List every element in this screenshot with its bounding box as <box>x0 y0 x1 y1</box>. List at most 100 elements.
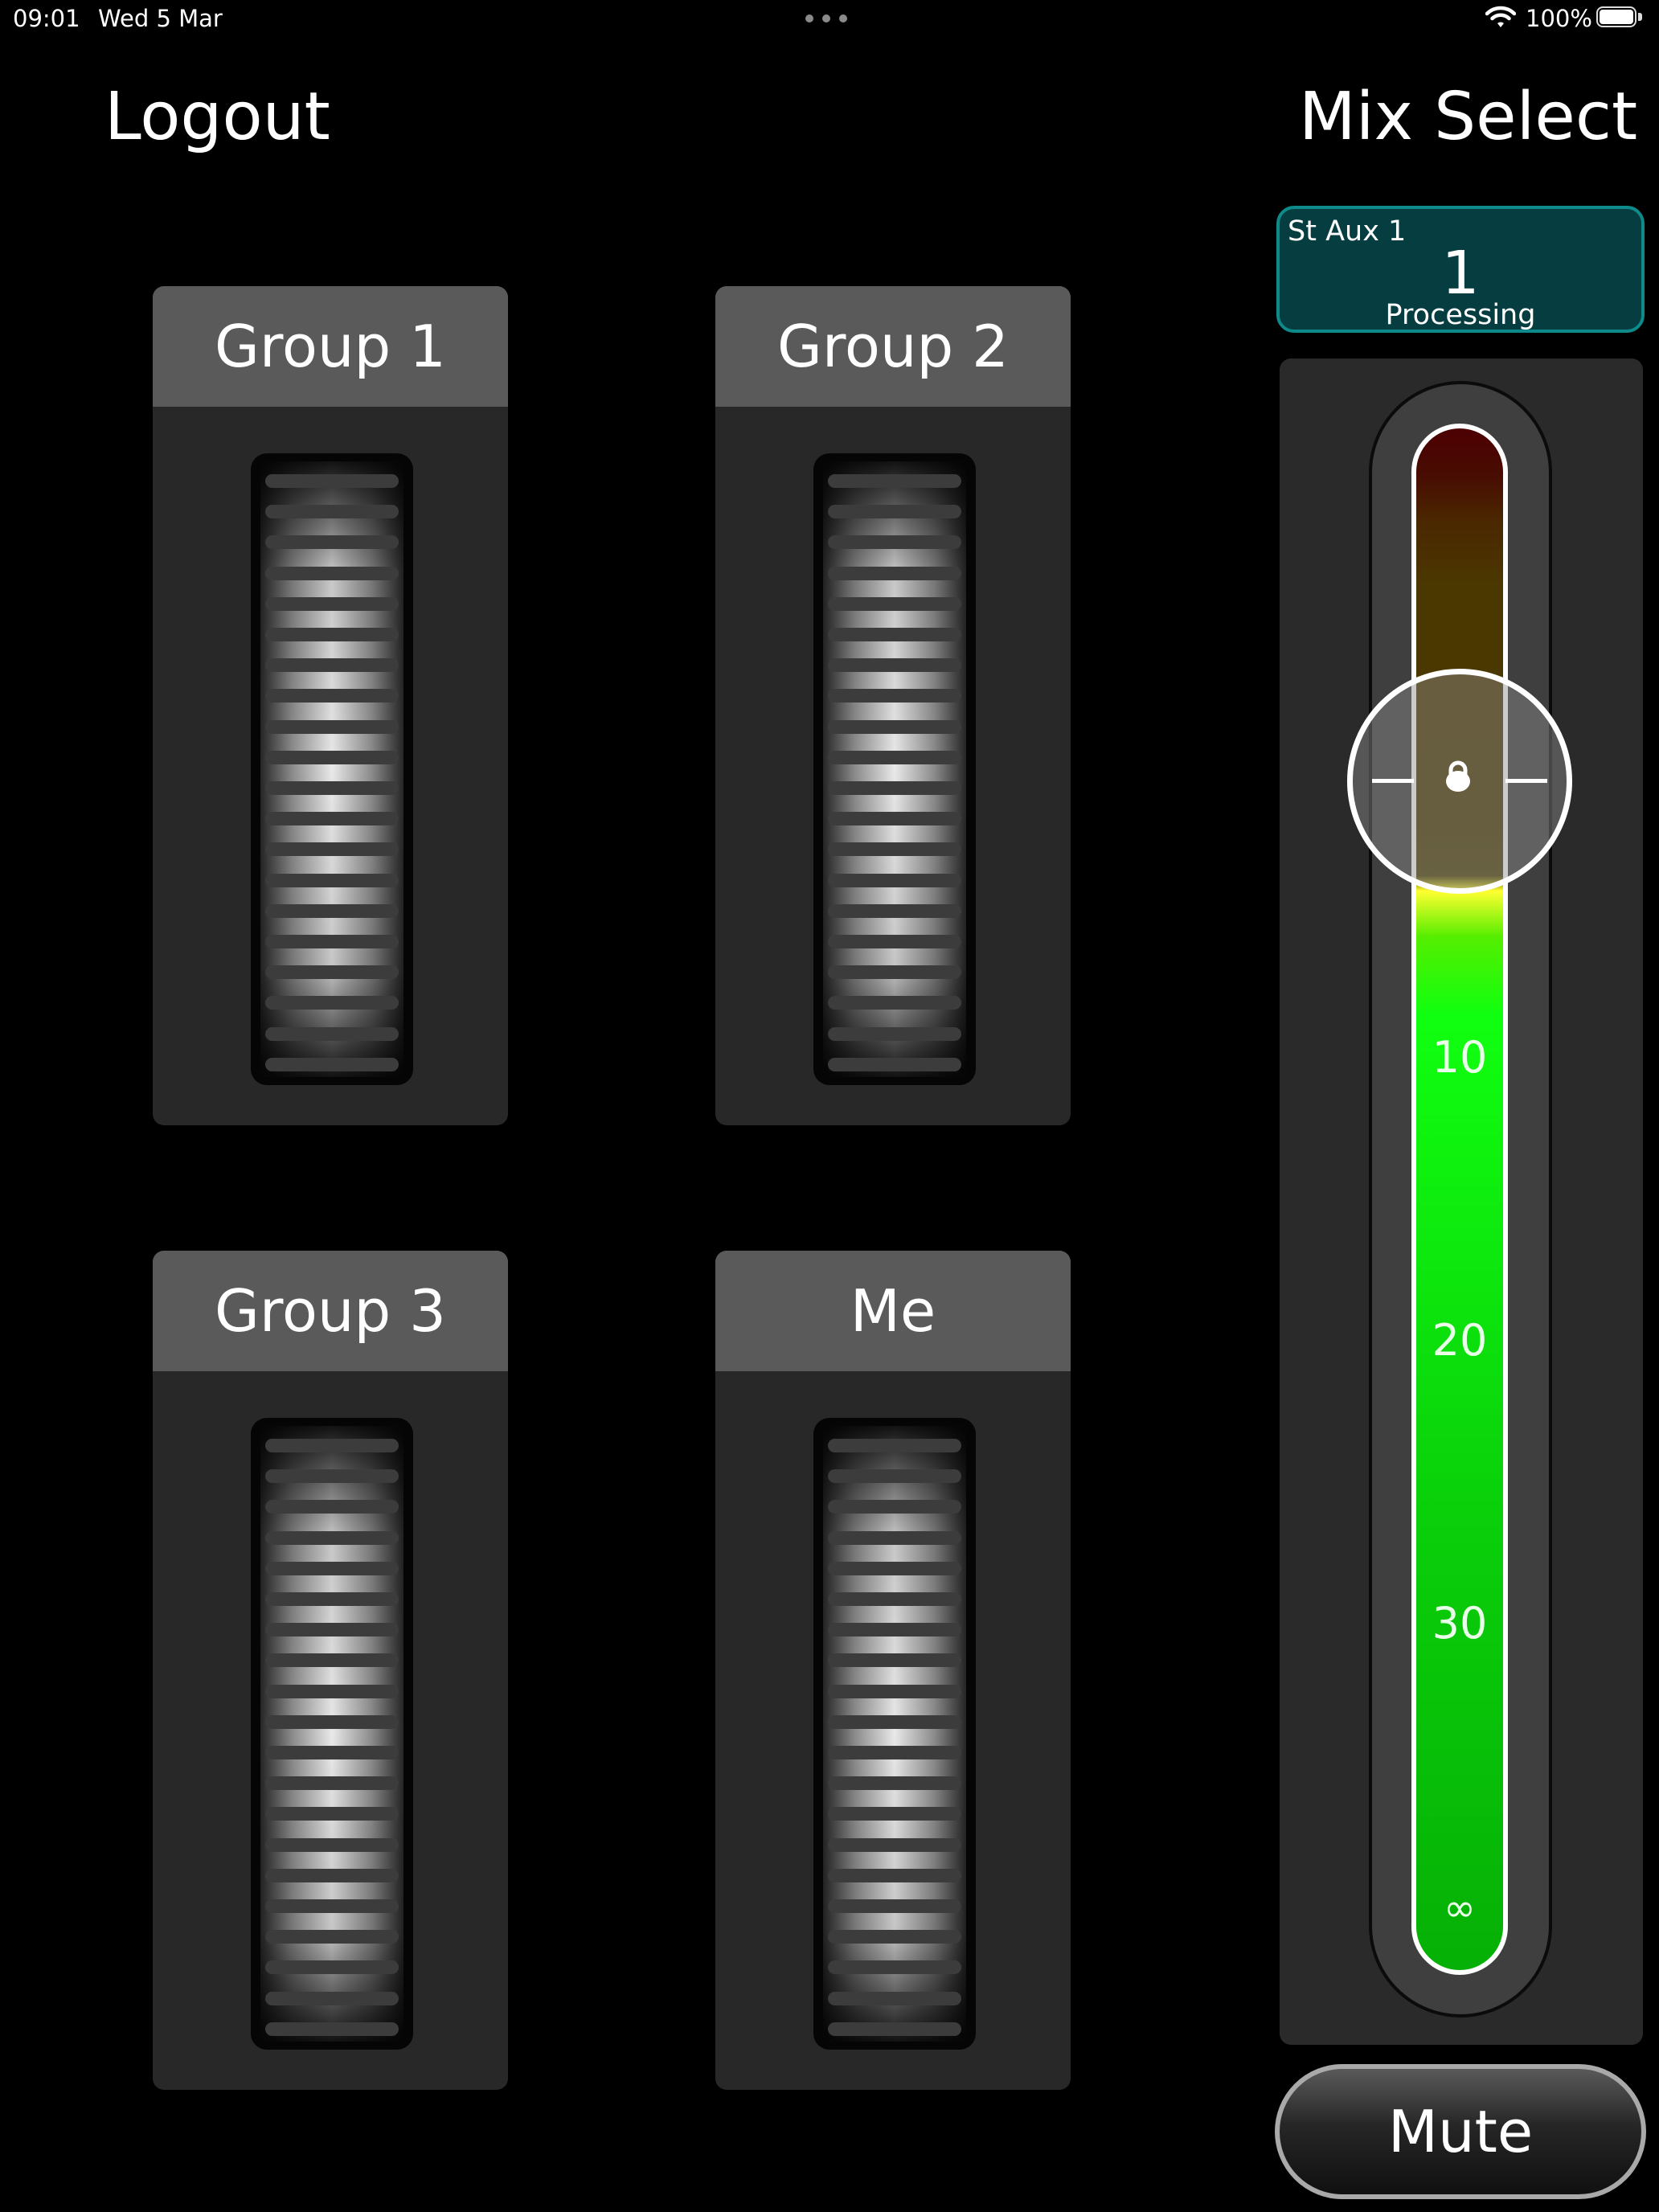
wheel-rib <box>828 2022 961 2036</box>
wheel-rib <box>265 719 399 734</box>
wheel-rib <box>828 812 961 826</box>
wheel-rib <box>265 1868 399 1882</box>
wheel-rib <box>828 903 961 918</box>
status-date: Wed 5 Mar <box>98 5 223 32</box>
wheel-rib <box>828 1057 961 1071</box>
battery-icon <box>1596 6 1645 31</box>
wheel-rib <box>828 535 961 550</box>
wheel-rib <box>265 842 399 857</box>
wheel-rib <box>265 1469 399 1484</box>
wheel-rib <box>828 1684 961 1698</box>
wheel-rib <box>265 903 399 918</box>
fader-scale-30: 30 <box>1432 1598 1488 1649</box>
wheel-rib <box>828 1561 961 1575</box>
wheel-rib <box>265 689 399 703</box>
wheel-rib <box>828 1714 961 1729</box>
wheel-rib <box>265 965 399 980</box>
wheel-rib <box>265 474 399 488</box>
wheel-rib <box>828 750 961 764</box>
wheel-rib <box>828 628 961 641</box>
group-label[interactable]: Group 2 <box>715 286 1071 407</box>
wheel-rib <box>265 781 399 795</box>
mix-select-box[interactable]: St Aux 1 1 Processing <box>1276 206 1645 333</box>
wheel-rib <box>265 505 399 519</box>
logout-button[interactable]: Logout <box>104 79 330 155</box>
wheel-rib <box>828 1868 961 1882</box>
wheel-rib <box>828 505 961 519</box>
wheel-rib <box>265 1530 399 1545</box>
mix-mode: Processing <box>1385 299 1536 331</box>
wheel-rib <box>265 1026 399 1041</box>
wheel-rib <box>828 1746 961 1759</box>
wheel-rib <box>828 1807 961 1821</box>
mute-button[interactable]: Mute <box>1275 2064 1646 2199</box>
wheel-rib <box>265 566 399 580</box>
wheel-rib <box>828 474 961 488</box>
wheel-rib <box>265 2022 399 2036</box>
wheel-rib <box>828 1500 961 1514</box>
wheel-rib <box>265 1714 399 1729</box>
fader-scale-20: 20 <box>1432 1315 1488 1366</box>
wheel-rib <box>265 812 399 826</box>
wheel-rib <box>265 873 399 887</box>
wheel-rib <box>265 1623 399 1637</box>
wheel-rib <box>265 1776 399 1791</box>
battery-percentage: 100% <box>1526 5 1592 32</box>
wheel-rib <box>828 965 961 980</box>
group-level-wheel[interactable] <box>251 1418 413 2050</box>
wheel-rib <box>828 873 961 887</box>
wheel-rib <box>265 596 399 611</box>
group-level-wheel[interactable] <box>813 453 976 1085</box>
wheel-rib <box>828 1026 961 1041</box>
wheel-rib <box>828 1439 961 1452</box>
wheel-rib <box>265 1561 399 1575</box>
wheel-rib <box>265 1500 399 1514</box>
wheel-rib <box>265 535 399 550</box>
wifi-icon <box>1485 6 1516 27</box>
lock-icon[interactable] <box>1444 760 1473 793</box>
wheel-rib <box>828 566 961 580</box>
wheel-rib <box>828 1776 961 1791</box>
wheel-rib <box>828 935 961 948</box>
multitasking-dots-icon[interactable] <box>805 11 850 24</box>
wheel-rib <box>828 1530 961 1545</box>
wheel-rib <box>828 996 961 1010</box>
wheel-rib <box>828 1837 961 1852</box>
wheel-rib <box>265 1930 399 1944</box>
wheel-rib <box>828 1623 961 1637</box>
wheel-rib <box>265 935 399 948</box>
wheel-rib <box>828 1960 961 1975</box>
group-panel-me: Me <box>715 1251 1071 2090</box>
group-panel-1: Group 1 <box>153 286 508 1125</box>
group-label[interactable]: Group 3 <box>153 1251 508 1371</box>
fader-level-bar[interactable] <box>1411 424 1508 1975</box>
wheel-rib <box>828 1469 961 1484</box>
wheel-rib <box>265 1807 399 1821</box>
wheel-rib <box>265 1439 399 1452</box>
wheel-rib <box>265 1653 399 1668</box>
wheel-rib <box>265 1684 399 1698</box>
wheel-rib <box>828 1653 961 1668</box>
wheel-rib <box>828 658 961 673</box>
wheel-rib <box>265 1746 399 1759</box>
wheel-rib <box>828 719 961 734</box>
wheel-rib <box>828 1592 961 1606</box>
wheel-rib <box>828 842 961 857</box>
wheel-rib <box>265 1960 399 1975</box>
wheel-rib <box>265 1057 399 1071</box>
group-panel-2: Group 2 <box>715 286 1071 1125</box>
wheel-rib <box>828 1930 961 1944</box>
wheel-rib <box>828 596 961 611</box>
group-level-wheel[interactable] <box>813 1418 976 2050</box>
group-panel-3: Group 3 <box>153 1251 508 2090</box>
group-level-wheel[interactable] <box>251 453 413 1085</box>
mix-select-button[interactable]: Mix Select <box>1299 79 1637 155</box>
status-bar: 09:01 Wed 5 Mar 100% <box>0 0 1659 40</box>
group-label[interactable]: Group 1 <box>153 286 508 407</box>
group-label[interactable]: Me <box>715 1251 1071 1371</box>
wheel-rib <box>828 1991 961 2005</box>
wheel-rib <box>828 1899 961 1913</box>
fader-scale-10: 10 <box>1432 1032 1488 1083</box>
wheel-rib <box>265 1991 399 2005</box>
wheel-rib <box>265 628 399 641</box>
